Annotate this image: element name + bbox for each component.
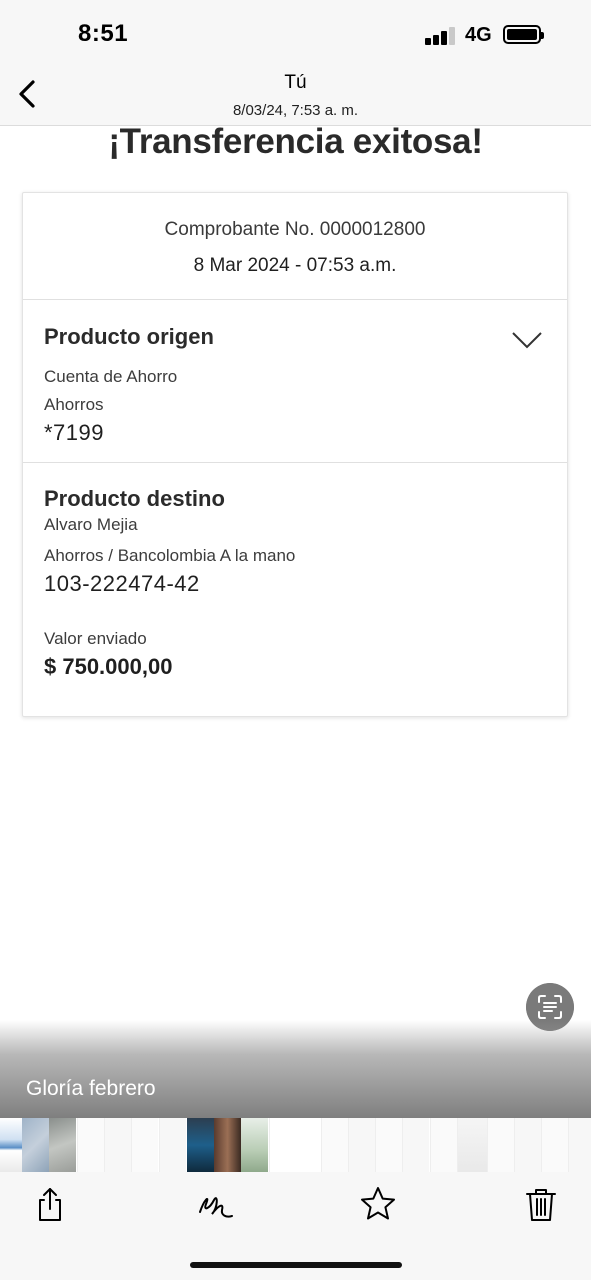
destination-name: Alvaro Mejia [44, 515, 138, 534]
receipt-number: Comprobante No. 0000012800 [164, 219, 426, 240]
receipt-date: 8 Mar 2024 - 07:53 a.m. [193, 255, 397, 276]
trash-icon[interactable] [521, 1184, 561, 1224]
photo-header: Tú 8/03/24, 7:53 a. m. [0, 62, 591, 126]
caption-overlay [0, 1020, 591, 1118]
thumbnail[interactable] [241, 1118, 268, 1172]
thumbnail-strip[interactable] [0, 1118, 591, 1172]
thumbnail[interactable] [375, 1118, 402, 1172]
thumbnail[interactable] [321, 1118, 348, 1172]
thumbnail[interactable] [22, 1118, 49, 1172]
origin-account-type: Cuenta de Ahorro [44, 367, 178, 386]
thumbnail[interactable] [77, 1118, 104, 1172]
thumbnail[interactable] [104, 1118, 131, 1172]
thumbnail[interactable] [214, 1118, 241, 1172]
origin-section: Producto origen Cuenta de Ahorro Ahorros… [23, 300, 567, 463]
status-bar: 8:51 4G [0, 0, 591, 62]
thumbnail[interactable] [159, 1118, 186, 1172]
sender-title: Tú [284, 72, 307, 93]
thumbnail[interactable] [187, 1118, 214, 1172]
thumbnail[interactable] [348, 1118, 375, 1172]
thumbnail[interactable] [49, 1118, 76, 1172]
destination-product: Ahorros / Bancolombia A la mano [44, 546, 296, 565]
receipt-card: Comprobante No. 0000012800 8 Mar 2024 - … [22, 192, 568, 717]
thumbnail[interactable] [541, 1118, 568, 1172]
origin-account-number: *7199 [44, 420, 105, 445]
origin-product: Ahorros [44, 395, 104, 414]
battery-icon [503, 25, 544, 44]
destination-title: Producto destino [44, 486, 225, 511]
status-time: 8:51 [78, 20, 129, 47]
amount-value: $ 750.000,00 [44, 654, 173, 679]
album-caption: Gloría febrero [26, 1077, 156, 1100]
thumbnail[interactable] [131, 1118, 158, 1172]
thumbnail[interactable] [514, 1118, 541, 1172]
chevron-down-icon[interactable] [511, 330, 543, 350]
message-timestamp: 8/03/24, 7:53 a. m. [232, 102, 359, 119]
thumbnail[interactable] [269, 1118, 309, 1172]
thumbnail[interactable] [430, 1118, 457, 1172]
favorite-icon[interactable] [358, 1184, 398, 1224]
origin-title: Producto origen [44, 324, 214, 349]
signal-icon [425, 25, 457, 45]
markup-icon[interactable] [196, 1184, 236, 1224]
destination-account-number: 103-222474-42 [44, 571, 200, 596]
receipt-header: Comprobante No. 0000012800 8 Mar 2024 - … [23, 193, 567, 300]
network-type: 4G [465, 24, 492, 46]
thumbnail[interactable] [402, 1118, 429, 1172]
thumbnail[interactable] [568, 1118, 591, 1172]
destination-section: Producto destino Alvaro Mejia Ahorros / … [23, 463, 567, 715]
thumbnail[interactable] [457, 1118, 487, 1172]
thumbnail[interactable] [0, 1118, 22, 1172]
share-icon[interactable] [30, 1184, 70, 1224]
amount-label: Valor enviado [44, 629, 147, 648]
transfer-headline: ¡Transferencia exitosa! [108, 122, 483, 161]
home-indicator[interactable] [190, 1262, 402, 1268]
thumbnail[interactable] [487, 1118, 514, 1172]
